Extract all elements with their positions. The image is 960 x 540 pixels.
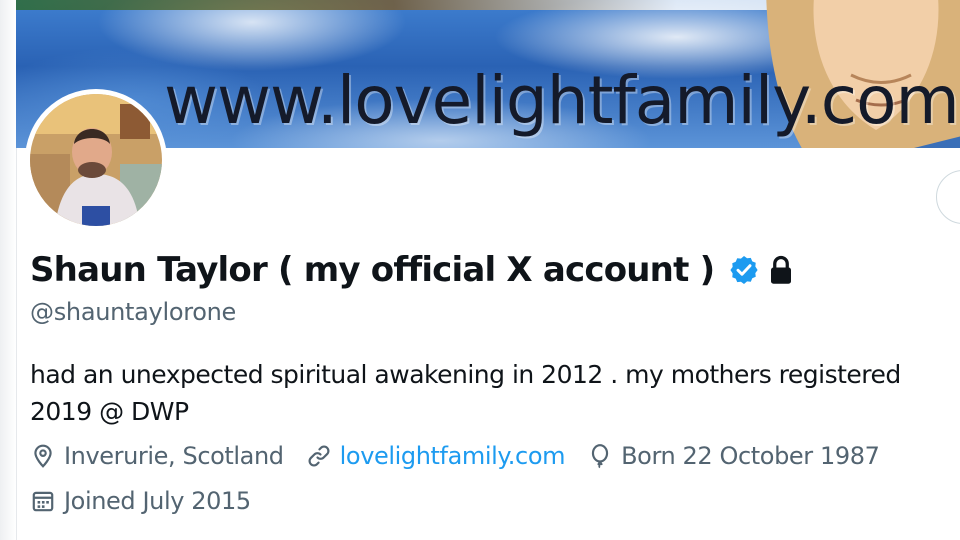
display-name: Shaun Taylor ( my official X account ) bbox=[30, 250, 715, 290]
display-name-row: Shaun Taylor ( my official X account ) bbox=[30, 244, 794, 296]
website-item[interactable]: lovelightfamily.com bbox=[306, 442, 565, 470]
balloon-icon bbox=[591, 444, 609, 469]
banner-url-text: www.lovelightfamily.com bbox=[164, 62, 960, 139]
avatar-photo bbox=[30, 94, 162, 226]
lock-icon bbox=[768, 255, 794, 285]
location-text: Inverurie, Scotland bbox=[64, 442, 284, 470]
calendar-icon bbox=[32, 491, 54, 512]
profile-meta-row: Inverurie, Scotland lovelightfamily.com … bbox=[30, 442, 901, 470]
joined-text: Joined July 2015 bbox=[64, 487, 251, 515]
website-link[interactable]: lovelightfamily.com bbox=[340, 442, 566, 470]
location-item: Inverurie, Scotland bbox=[30, 442, 284, 470]
avatar[interactable] bbox=[25, 89, 167, 231]
left-frame-edge bbox=[0, 0, 17, 540]
link-icon bbox=[308, 445, 330, 467]
edit-profile-button[interactable] bbox=[936, 170, 960, 224]
profile-meta-row-2: Joined July 2015 bbox=[30, 487, 273, 515]
user-handle: @shauntaylorone bbox=[30, 298, 237, 326]
birthday-item: Born 22 October 1987 bbox=[587, 442, 880, 470]
birthday-text: Born 22 October 1987 bbox=[621, 442, 880, 470]
verified-badge-icon[interactable] bbox=[728, 254, 760, 286]
joined-item: Joined July 2015 bbox=[30, 487, 251, 515]
location-pin-icon bbox=[34, 444, 52, 468]
profile-bio: had an unexpected spiritual awakening in… bbox=[30, 360, 901, 426]
